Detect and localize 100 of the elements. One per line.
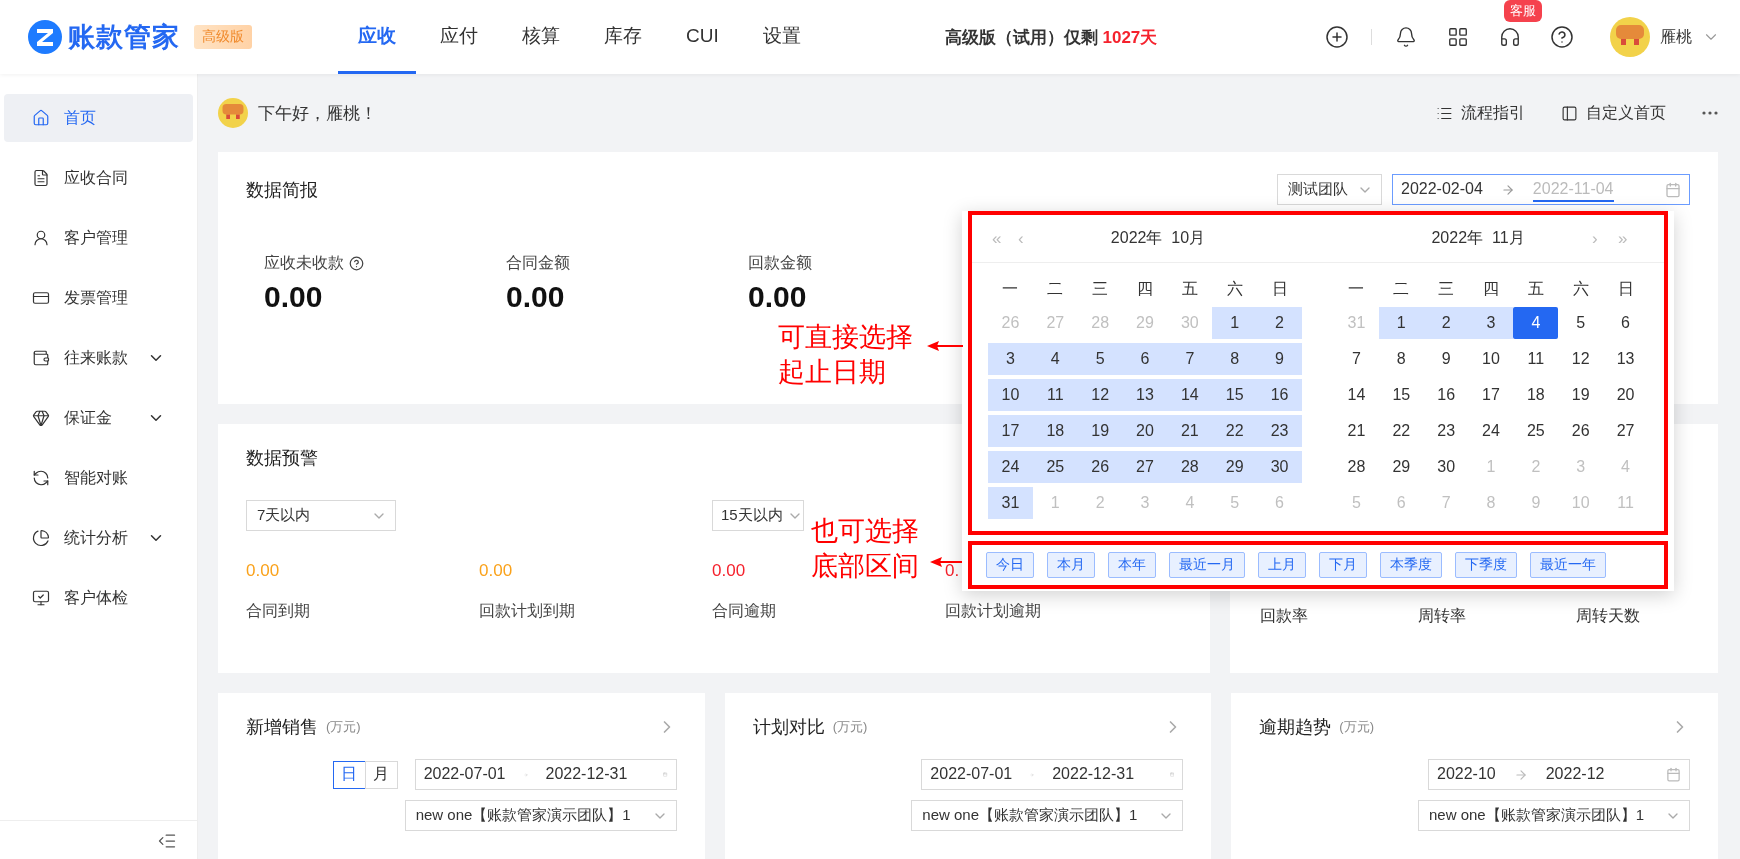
calendar-day[interactable]: 4 (1513, 307, 1559, 339)
calendar-day[interactable]: 2 (1423, 307, 1469, 339)
calendar-day[interactable]: 4 (1032, 343, 1078, 375)
calendar-day[interactable]: 29 (1378, 451, 1424, 483)
calendar-day[interactable]: 5 (1558, 307, 1604, 339)
calendar-day[interactable]: 22 (1212, 415, 1258, 447)
calendar-day[interactable]: 25 (1513, 415, 1559, 447)
sidebar-item[interactable]: 客户管理 (4, 214, 193, 262)
nav-tab[interactable]: 应收 (338, 0, 416, 74)
calendar-day[interactable]: 24 (988, 451, 1033, 483)
team-select[interactable]: 测试团队 (1277, 174, 1382, 205)
calendar-day[interactable]: 12 (1558, 343, 1604, 375)
calendar-day[interactable]: 15 (1378, 379, 1424, 411)
nav-tab[interactable]: 核算 (502, 0, 580, 74)
range-shortcut-button[interactable]: 上月 (1258, 552, 1306, 578)
nav-tab[interactable]: 库存 (584, 0, 662, 74)
calendar-day[interactable]: 10 (988, 379, 1033, 411)
calendar-day[interactable]: 21 (1167, 415, 1213, 447)
sidebar-item[interactable]: 应收合同 (4, 154, 193, 202)
calendar-day[interactable]: 6 (1603, 307, 1648, 339)
sidebar-item[interactable]: 保证金 (4, 394, 193, 442)
calendar-day[interactable]: 13 (1122, 379, 1168, 411)
calendar-day[interactable]: 14 (1167, 379, 1213, 411)
calendar-day[interactable]: 3 (988, 343, 1033, 375)
bell-icon[interactable] (1395, 26, 1417, 48)
help-icon[interactable] (349, 256, 364, 271)
headset-icon[interactable] (1499, 26, 1521, 48)
calendar-day[interactable]: 5 (1077, 343, 1123, 375)
range-shortcut-button[interactable]: 本年 (1108, 552, 1156, 578)
calendar-day[interactable]: 7 (1334, 343, 1379, 375)
range-shortcut-button[interactable]: 本季度 (1380, 552, 1442, 578)
header-action-link[interactable]: 自定义首页 (1561, 102, 1666, 124)
calendar-day[interactable]: 12 (1077, 379, 1123, 411)
user-name[interactable]: 雁桃 (1660, 26, 1692, 48)
sidebar-item[interactable]: 发票管理 (4, 274, 193, 322)
calendar-day[interactable]: 21 (1334, 415, 1379, 447)
calendar-day[interactable]: 23 (1423, 415, 1469, 447)
calendar-day[interactable]: 9 (1257, 343, 1302, 375)
calendar-day[interactable]: 28 (1167, 451, 1213, 483)
calendar-day[interactable]: 23 (1257, 415, 1302, 447)
granularity-toggle[interactable]: 日 (332, 760, 366, 789)
granularity-toggle[interactable]: 月 (364, 760, 398, 789)
help-icon[interactable] (1550, 25, 1574, 49)
sidebar-item[interactable]: 智能对账 (4, 454, 193, 502)
range-shortcut-button[interactable]: 下月 (1319, 552, 1367, 578)
calendar-day[interactable]: 27 (1122, 451, 1168, 483)
calendar-day[interactable]: 20 (1603, 379, 1648, 411)
calendar-day[interactable]: 24 (1468, 415, 1514, 447)
nav-tab[interactable]: CUI (666, 0, 739, 74)
header-action-link[interactable]: 流程指引 (1436, 102, 1525, 124)
calendar-day[interactable]: 26 (1077, 451, 1123, 483)
more-button[interactable] (1702, 111, 1718, 115)
calendar-day[interactable]: 13 (1603, 343, 1648, 375)
calendar-day[interactable]: 19 (1077, 415, 1123, 447)
sidebar-item[interactable]: 首页 (4, 94, 193, 142)
team-select[interactable]: new one【账款管家演示团队】1 (911, 800, 1184, 831)
calendar-day[interactable]: 16 (1423, 379, 1469, 411)
calendar-day[interactable]: 10 (1468, 343, 1514, 375)
period-select[interactable]: 7天以内 (246, 500, 396, 531)
calendar-day[interactable]: 6 (1122, 343, 1168, 375)
calendar-day[interactable]: 20 (1122, 415, 1168, 447)
sidebar-item[interactable]: 客户体检 (4, 574, 193, 622)
grid-icon[interactable] (1447, 26, 1469, 48)
range-shortcut-button[interactable]: 今日 (986, 552, 1034, 578)
calendar-day[interactable]: 11 (1513, 343, 1559, 375)
period-select[interactable]: 15天以内 (712, 500, 804, 531)
calendar-day[interactable]: 3 (1468, 307, 1514, 339)
calendar-day[interactable]: 27 (1603, 415, 1648, 447)
date-range-field[interactable]: 2022-07-01 2022-12-31 (921, 759, 1184, 790)
calendar-day[interactable]: 2 (1257, 307, 1302, 339)
calendar-day[interactable]: 8 (1212, 343, 1258, 375)
calendar-day[interactable]: 8 (1378, 343, 1424, 375)
range-shortcut-button[interactable]: 下季度 (1455, 552, 1517, 578)
calendar-day[interactable]: 29 (1212, 451, 1258, 483)
sidebar-item[interactable]: 统计分析 (4, 514, 193, 562)
add-icon[interactable] (1325, 25, 1349, 49)
calendar-day[interactable]: 19 (1558, 379, 1604, 411)
calendar-day[interactable]: 1 (1212, 307, 1258, 339)
calendar-day[interactable]: 31 (988, 487, 1033, 519)
calendar-day[interactable]: 30 (1423, 451, 1469, 483)
calendar-day[interactable]: 22 (1378, 415, 1424, 447)
calendar-day[interactable]: 1 (1378, 307, 1424, 339)
sidebar-item[interactable]: 往来账款 (4, 334, 193, 382)
calendar-day[interactable]: 18 (1032, 415, 1078, 447)
team-select[interactable]: new one【账款管家演示团队】1 (404, 800, 677, 831)
date-range-field[interactable]: 2022-02-04 2022-11-04 (1392, 174, 1690, 205)
calendar-day[interactable]: 28 (1334, 451, 1379, 483)
range-shortcut-button[interactable]: 最近一年 (1530, 552, 1606, 578)
nav-tab[interactable]: 应付 (420, 0, 498, 74)
calendar-day[interactable]: 18 (1513, 379, 1559, 411)
calendar-day[interactable]: 7 (1167, 343, 1213, 375)
calendar-day[interactable]: 17 (988, 415, 1033, 447)
calendar-day[interactable]: 30 (1257, 451, 1302, 483)
calendar-day[interactable]: 15 (1212, 379, 1258, 411)
date-range-field[interactable]: 2022-07-01 2022-12-31 (414, 759, 677, 790)
range-shortcut-button[interactable]: 最近一月 (1169, 552, 1245, 578)
calendar-day[interactable]: 14 (1334, 379, 1379, 411)
range-shortcut-button[interactable]: 本月 (1047, 552, 1095, 578)
date-range-field[interactable]: 2022-10 2022-12 (1428, 759, 1690, 790)
service-badge[interactable]: 客服 (1504, 0, 1542, 22)
